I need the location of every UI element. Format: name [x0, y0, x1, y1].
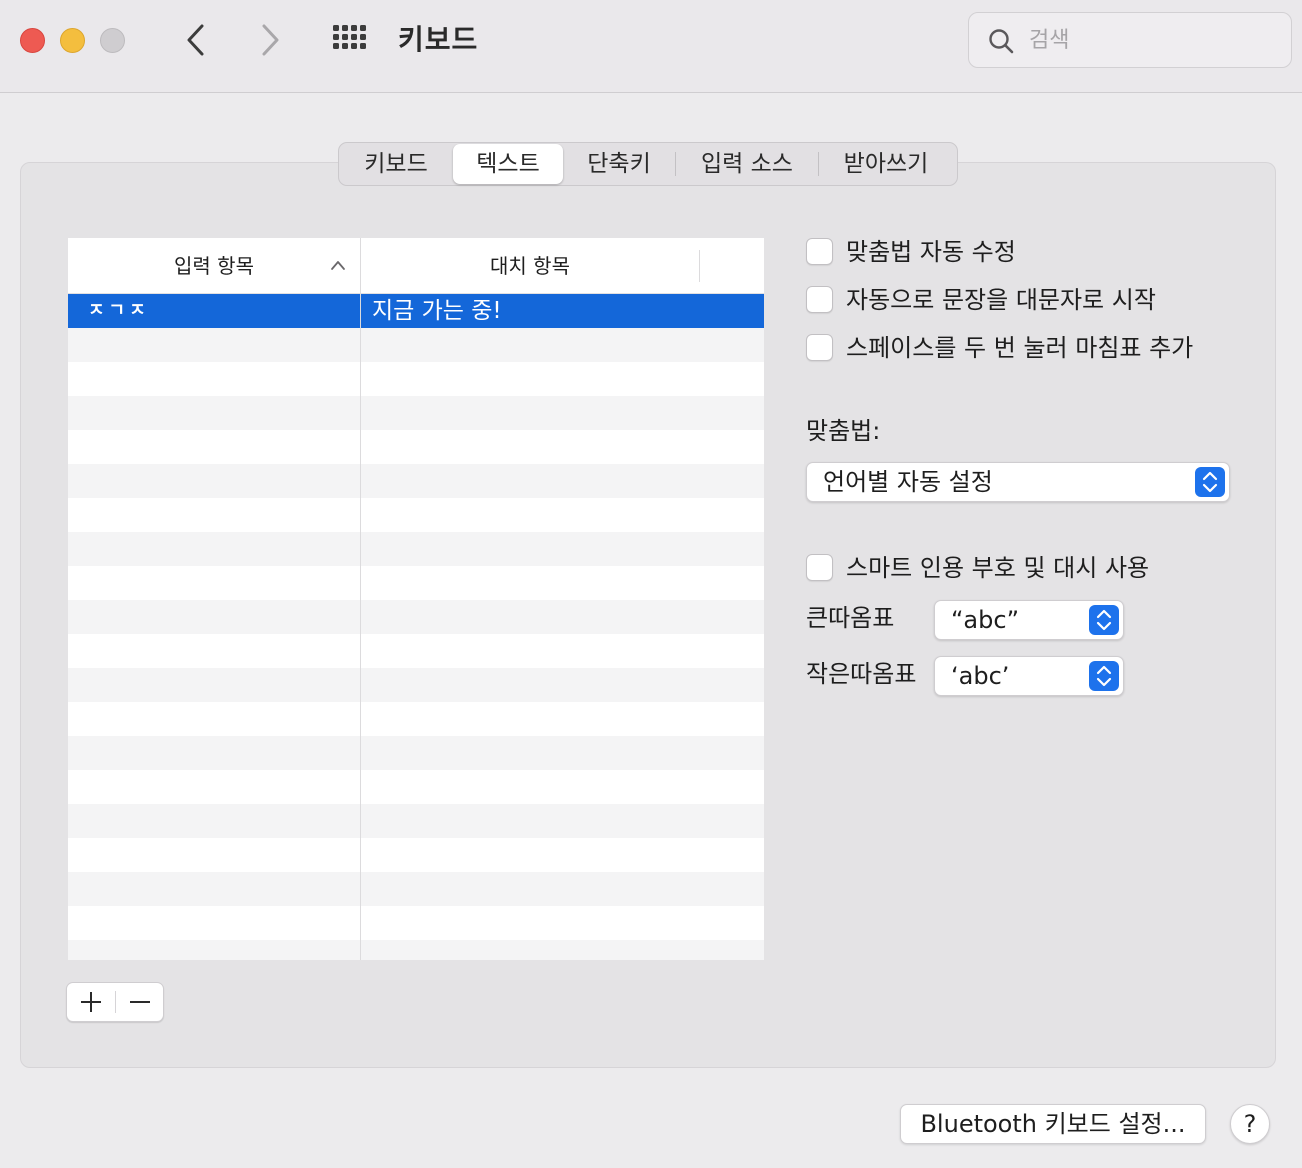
grid-icon — [333, 25, 366, 49]
help-button[interactable]: ? — [1230, 1104, 1270, 1144]
spelling-value: 언어별 자동 설정 — [823, 468, 993, 496]
tab-text[interactable]: 텍스트 — [453, 144, 563, 184]
column-header-input[interactable]: 입력 항목 — [68, 238, 360, 294]
minimize-icon[interactable] — [60, 28, 85, 53]
column-divider — [360, 238, 361, 960]
column-header-replace[interactable]: 대치 항목 — [361, 238, 699, 294]
capitalize-label: 자동으로 문장을 대문자로 시작 — [846, 286, 1156, 314]
column-divider — [699, 250, 700, 282]
bluetooth-keyboard-setup-button[interactable]: Bluetooth 키보드 설정... — [900, 1104, 1206, 1144]
cell-input: ㅈㄱㅈ — [88, 300, 150, 321]
table-row[interactable]: ㅈㄱㅈ 지금 가는 중! — [68, 294, 764, 328]
table-header: 입력 항목 대치 항목 — [68, 238, 764, 294]
cell-replace: 지금 가는 중! — [372, 298, 502, 324]
tab-dictation[interactable]: 받아쓰기 — [819, 144, 953, 184]
table-row-empty — [68, 736, 764, 770]
chevron-right-icon — [262, 24, 279, 56]
double-quotes-popup[interactable]: “abc” — [934, 600, 1124, 640]
table-row-empty — [68, 464, 764, 498]
single-quotes-popup[interactable]: ‘abc’ — [934, 656, 1124, 696]
table-row-empty — [68, 804, 764, 838]
add-remove-control — [66, 982, 164, 1022]
tab-input-sources[interactable]: 입력 소스 — [676, 144, 818, 184]
double-space-period-checkbox[interactable] — [806, 334, 833, 361]
smart-quotes-checkbox[interactable] — [806, 554, 833, 581]
search-icon — [989, 29, 1014, 54]
double-space-period-label: 스페이스를 두 번 눌러 마침표 추가 — [846, 334, 1194, 362]
autocorrect-label: 맞춤법 자동 수정 — [846, 238, 1016, 266]
up-down-stepper-icon — [1089, 661, 1119, 691]
table-row-empty — [68, 532, 764, 566]
double-quotes-value: “abc” — [951, 606, 1020, 634]
spelling-label: 맞춤법: — [806, 417, 881, 445]
toolbar: 키보드 검색 — [0, 0, 1302, 93]
tab-bar: 키보드 텍스트 단축키 입력 소스 받아쓰기 — [338, 142, 958, 186]
forward-button[interactable] — [250, 20, 290, 60]
table-row-empty — [68, 940, 764, 960]
plus-icon — [81, 992, 101, 1012]
double-quotes-label: 큰따옴표 — [806, 604, 895, 632]
single-quotes-value: ‘abc’ — [951, 662, 1010, 690]
table-row-empty — [68, 600, 764, 634]
up-down-stepper-icon — [1089, 605, 1119, 635]
up-down-stepper-icon — [1195, 467, 1225, 497]
back-button[interactable] — [176, 20, 216, 60]
minus-icon — [130, 1001, 150, 1003]
autocorrect-checkbox[interactable] — [806, 238, 833, 265]
search-input[interactable]: 검색 — [968, 12, 1292, 68]
spelling-popup[interactable]: 언어별 자동 설정 — [806, 462, 1230, 502]
table-row-empty — [68, 396, 764, 430]
tab-shortcuts[interactable]: 단축키 — [563, 144, 675, 184]
close-icon[interactable] — [20, 28, 45, 53]
search-placeholder: 검색 — [1029, 28, 1070, 53]
chevron-left-icon — [187, 24, 204, 56]
tab-keyboard[interactable]: 키보드 — [339, 144, 453, 184]
table-row-empty — [68, 328, 764, 362]
table-row-empty — [68, 872, 764, 906]
capitalize-checkbox[interactable] — [806, 286, 833, 313]
table-row-empty — [68, 668, 764, 702]
single-quotes-label: 작은따옴표 — [806, 660, 917, 688]
chevron-up-icon — [331, 261, 345, 270]
text-replacement-table[interactable]: 입력 항목 대치 항목 ㅈㄱㅈ 지금 가는 중! — [68, 238, 764, 960]
smart-quotes-label: 스마트 인용 부호 및 대시 사용 — [846, 554, 1150, 582]
show-all-button[interactable] — [330, 22, 372, 58]
remove-button[interactable] — [116, 983, 164, 1021]
zoom-icon[interactable] — [100, 28, 125, 53]
window-title: 키보드 — [398, 23, 479, 56]
add-button[interactable] — [67, 983, 115, 1021]
table-body: ㅈㄱㅈ 지금 가는 중! — [68, 294, 764, 960]
